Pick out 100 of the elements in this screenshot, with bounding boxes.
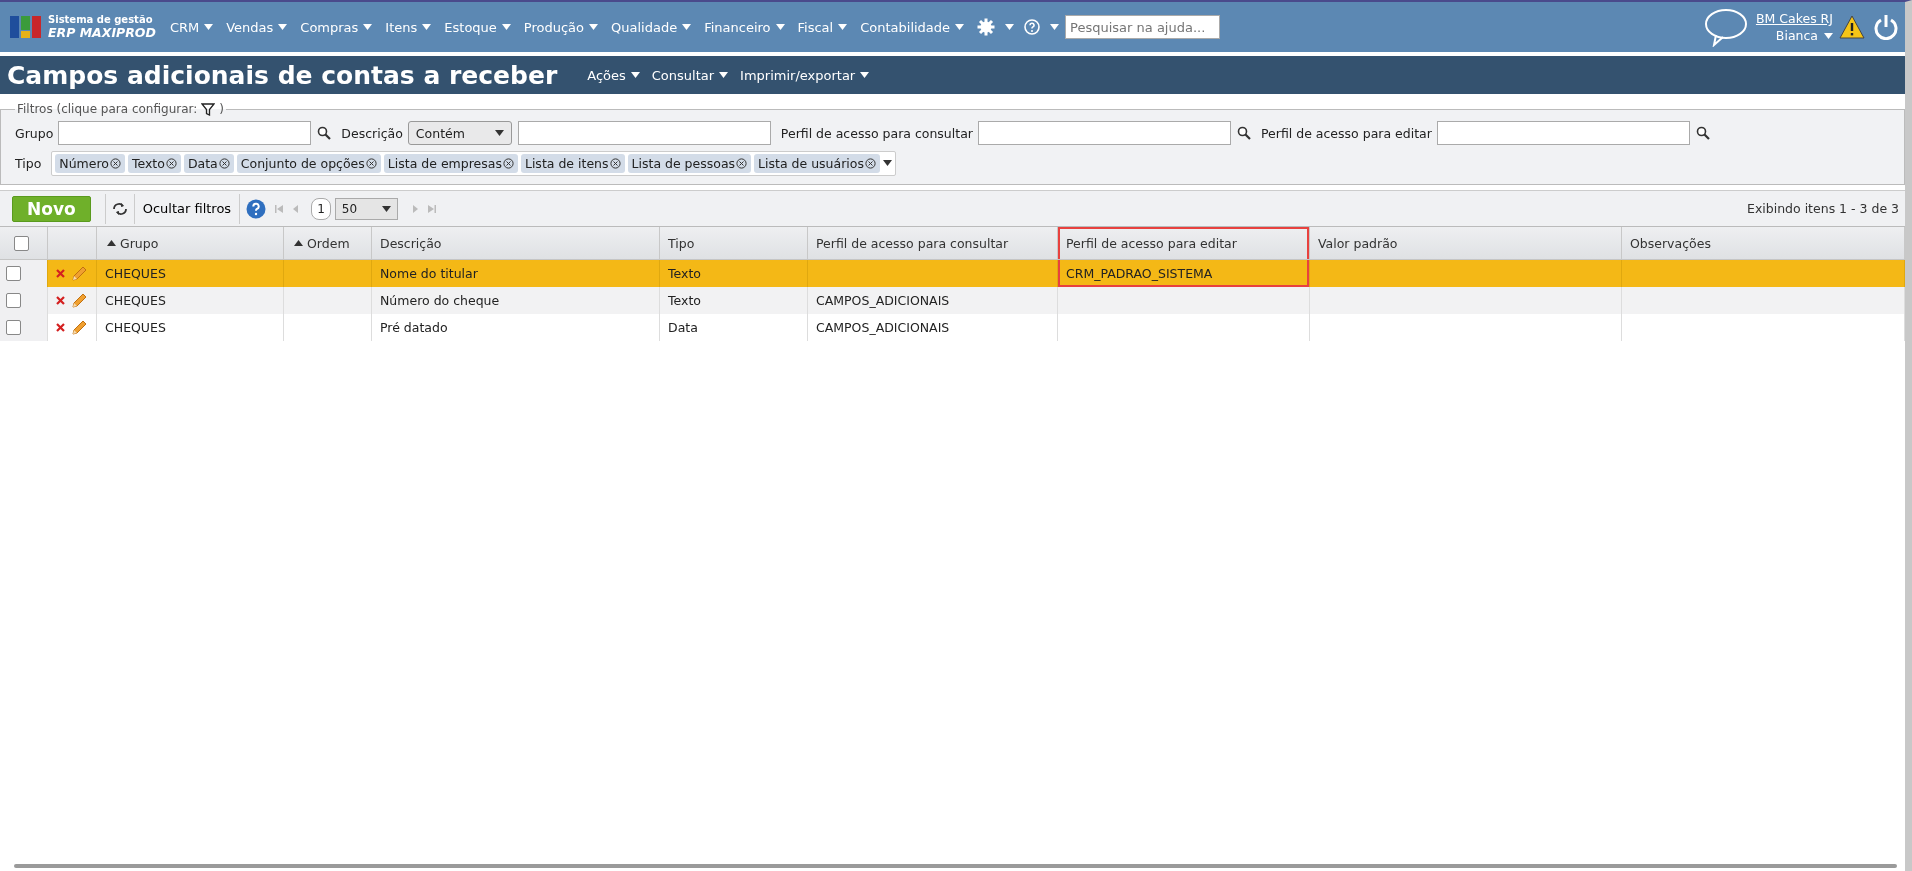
table-row[interactable]: CHEQUES Número do cheque Texto CAMPOS_ADICIONAIS	[0, 287, 1905, 314]
help-icon[interactable]	[1024, 19, 1041, 35]
table-row[interactable]: CHEQUES Pré datado Data CAMPOS_ADICIONAIS	[0, 314, 1905, 341]
horizontal-scrollbar[interactable]	[14, 864, 1897, 868]
search-icon[interactable]	[1237, 126, 1251, 140]
column-header[interactable]: Grupo	[97, 227, 284, 259]
delete-icon[interactable]	[56, 296, 65, 305]
type-tag[interactable]: Texto	[127, 153, 181, 173]
remove-icon[interactable]	[609, 157, 621, 169]
type-tag[interactable]: Lista de usuários	[754, 153, 880, 173]
user-name[interactable]: Bianca	[1775, 28, 1818, 43]
caret-icon	[494, 130, 504, 136]
column-header[interactable]: Observações	[1622, 227, 1905, 259]
page-size-select[interactable]: 50	[334, 197, 398, 220]
table-row[interactable]: CHEQUES Nome do titular Texto CRM_PADRAO_SISTEMA	[0, 260, 1905, 287]
chat-bubble-icon[interactable]	[1703, 7, 1748, 47]
column-header[interactable]: Descrição	[372, 227, 660, 259]
warning-icon[interactable]	[1839, 15, 1865, 39]
column-header[interactable]: Tipo	[660, 227, 808, 259]
caret-icon	[278, 24, 288, 30]
caret-icon	[860, 72, 870, 78]
caret-icon	[1824, 32, 1833, 39]
hide-filters-button[interactable]: Ocultar filtros	[140, 201, 234, 216]
caret-icon	[204, 24, 214, 30]
menu-item[interactable]: Qualidade	[611, 19, 692, 35]
table-cell: CAMPOS_ADICIONAIS	[808, 314, 1058, 341]
delete-icon[interactable]	[56, 269, 65, 278]
type-tag[interactable]: Data	[183, 153, 234, 173]
column-header[interactable]: Ordem	[284, 227, 372, 259]
help-search-field[interactable]: Pesquisar na ajuda...	[1065, 15, 1221, 39]
caret-icon	[422, 24, 432, 30]
pencil-icon[interactable]	[71, 292, 87, 309]
filters-legend-end: )	[219, 102, 224, 116]
filter-field[interactable]	[517, 121, 771, 145]
search-icon[interactable]	[1695, 126, 1710, 140]
action-menu[interactable]: Consultar	[651, 67, 729, 83]
caret-icon	[381, 205, 391, 212]
dropdown-caret-icon	[882, 160, 892, 166]
row-checkbox[interactable]	[6, 320, 21, 335]
sort-up-icon	[107, 240, 116, 246]
column-header[interactable]: Perfil de acesso para consultar	[808, 227, 1058, 259]
caret-icon	[363, 24, 373, 30]
column-header[interactable]: Perfil de acesso para editar	[1058, 227, 1310, 259]
menu-item[interactable]: Fiscal	[797, 19, 848, 35]
remove-icon[interactable]	[218, 157, 230, 169]
filters-legend[interactable]: Filtros (clique para configurar:	[17, 102, 198, 116]
help-icon[interactable]	[246, 198, 267, 219]
table-cell: CHEQUES	[97, 314, 284, 341]
menu-item[interactable]: Produção	[523, 19, 599, 35]
remove-icon[interactable]	[736, 157, 748, 169]
pencil-icon[interactable]	[71, 265, 87, 282]
type-tag-field[interactable]: Número Texto Data Conjunto de opções Lista de empresas Lista de itens Lista de pessoas Lista de usuários	[51, 150, 896, 176]
filter-field[interactable]	[978, 121, 1231, 145]
menu-item[interactable]: Financeiro	[704, 19, 785, 35]
company-link[interactable]: BM Cakes RJ	[1755, 11, 1833, 26]
menu-item[interactable]: Vendas	[226, 19, 288, 35]
type-tag[interactable]: Conjunto de opções	[236, 153, 381, 173]
caret-icon	[682, 24, 692, 30]
type-tag[interactable]: Lista de itens	[520, 153, 625, 173]
type-tag[interactable]: Número	[55, 153, 125, 173]
current-page[interactable]: 1	[311, 197, 331, 220]
filter-field[interactable]	[58, 121, 312, 145]
type-tag[interactable]: Lista de pessoas	[627, 153, 752, 173]
action-menu[interactable]: Ações	[587, 67, 640, 83]
column-header[interactable]: Valor padrão	[1310, 227, 1622, 259]
caret-icon	[775, 24, 785, 30]
remove-icon[interactable]	[109, 157, 121, 169]
select-all-checkbox[interactable]	[14, 235, 29, 251]
menu-item[interactable]: Estoque	[444, 19, 511, 35]
menu-item[interactable]: Itens	[385, 19, 432, 35]
filter-label: Descrição	[341, 125, 403, 141]
row-checkbox[interactable]	[6, 293, 21, 308]
delete-icon[interactable]	[56, 323, 65, 332]
caret-icon	[630, 72, 640, 78]
remove-icon[interactable]	[365, 157, 377, 169]
remove-icon[interactable]	[864, 157, 876, 169]
menu-item[interactable]: Contabilidade	[860, 19, 965, 35]
caret-icon	[719, 72, 729, 78]
logo-icon	[10, 14, 42, 40]
caret-icon	[1050, 24, 1060, 30]
caret-icon	[501, 24, 511, 30]
menu-item[interactable]: Compras	[300, 19, 373, 35]
action-menu[interactable]: Imprimir/exportar	[740, 67, 870, 83]
refresh-icon[interactable]	[111, 201, 128, 216]
remove-icon[interactable]	[502, 157, 514, 169]
search-icon[interactable]	[317, 126, 332, 140]
pencil-icon[interactable]	[71, 319, 87, 336]
row-checkbox[interactable]	[6, 266, 21, 281]
caret-icon	[589, 24, 599, 30]
filter-icon[interactable]	[201, 102, 216, 116]
filter-field[interactable]	[1436, 121, 1690, 145]
match-select[interactable]: Contém	[407, 121, 512, 145]
settings-icon[interactable]	[977, 18, 996, 36]
type-tag[interactable]: Lista de empresas	[383, 153, 518, 173]
remove-icon[interactable]	[165, 157, 177, 169]
power-icon[interactable]	[1873, 14, 1899, 40]
menu-item[interactable]: CRM	[169, 19, 214, 35]
table-cell: CRM_PADRAO_SISTEMA	[1058, 260, 1310, 287]
page-title: Campos adicionais de contas a receber	[7, 60, 558, 90]
table-cell: Data	[660, 314, 808, 341]
